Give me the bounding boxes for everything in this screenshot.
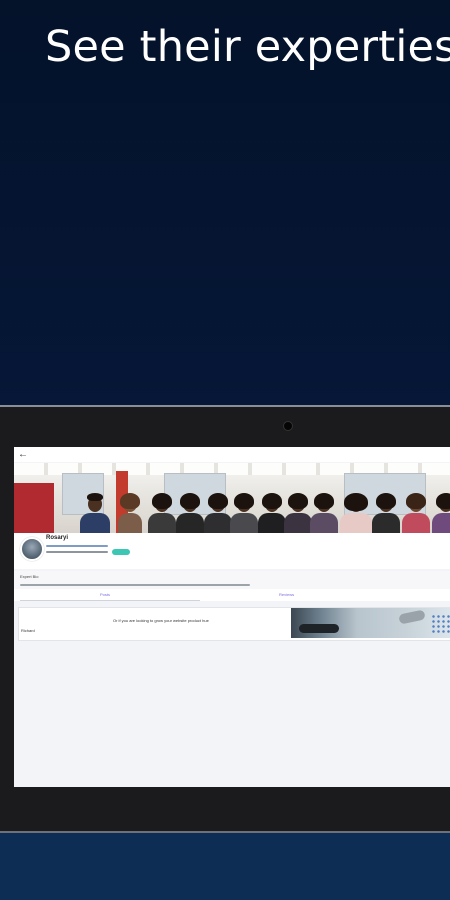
avatar[interactable]	[20, 537, 44, 561]
hand-shape	[398, 609, 426, 625]
team-member	[284, 493, 312, 533]
cover-photo	[14, 463, 450, 533]
back-arrow-icon[interactable]: ←	[18, 447, 28, 462]
profile-name: Rosaryi	[46, 535, 69, 541]
red-wall	[14, 483, 54, 533]
profile-headline	[46, 545, 108, 547]
active-tab-indicator	[20, 600, 200, 601]
post-card[interactable]: Or if you are looking to grow your websi…	[18, 607, 450, 641]
team-member	[176, 493, 204, 533]
bottom-band	[0, 833, 450, 900]
connect-button[interactable]	[112, 549, 130, 555]
bio-text	[20, 584, 250, 586]
camera-dot	[283, 421, 293, 431]
team-member	[372, 493, 400, 533]
post-text: Or if you are looking to grow your websi…	[113, 618, 209, 623]
team-member	[230, 493, 258, 533]
team-member	[204, 493, 232, 533]
tablet-device: ← Rosaryi Expert Bio Posts Reviews Or if…	[0, 405, 450, 833]
team-member	[258, 493, 286, 533]
team-member	[118, 493, 142, 533]
headline: See their experties	[45, 22, 450, 72]
app-screen: ← Rosaryi Expert Bio Posts Reviews Or if…	[14, 447, 450, 787]
team-member	[148, 493, 176, 533]
team-member	[340, 493, 372, 533]
hand-shape	[299, 624, 339, 633]
tab-posts[interactable]: Posts	[100, 592, 110, 597]
post-image	[291, 608, 450, 638]
tab-reviews[interactable]: Reviews	[279, 592, 294, 597]
team-member	[310, 493, 338, 533]
team-member	[402, 493, 430, 533]
profile-tabs: Posts Reviews	[14, 589, 450, 601]
top-bar: ←	[14, 447, 450, 462]
profile-card: Rosaryi	[14, 533, 450, 569]
team-member	[432, 493, 450, 533]
profile-location	[46, 551, 108, 553]
post-author: Richard	[21, 628, 35, 633]
bio-title: Expert Bio	[20, 574, 39, 579]
team-member	[80, 493, 110, 533]
device-bezel-bottom	[0, 787, 450, 831]
dotted-pattern	[431, 614, 450, 634]
